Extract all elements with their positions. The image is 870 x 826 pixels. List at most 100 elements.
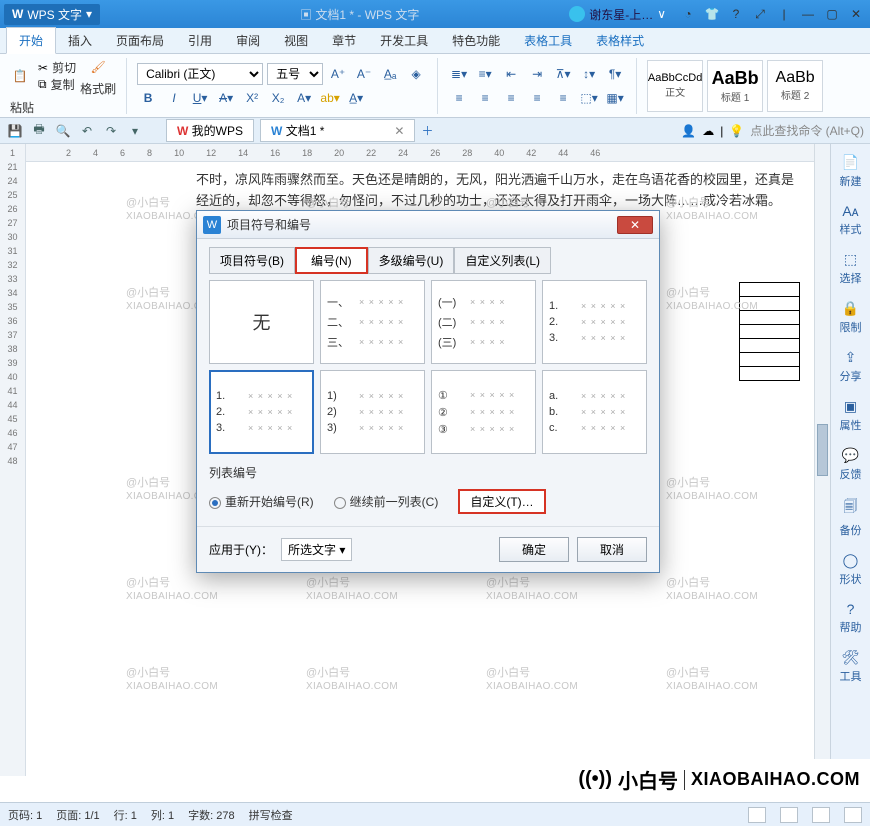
- side-restrict[interactable]: 🔒限制: [831, 296, 870, 339]
- indent-icon[interactable]: ⇥: [526, 63, 548, 85]
- font-size-select[interactable]: 五号: [267, 63, 323, 85]
- italic-icon[interactable]: I: [163, 87, 185, 109]
- outdent-icon[interactable]: ⇤: [500, 63, 522, 85]
- status-spellcheck[interactable]: 拼写检查: [249, 807, 293, 823]
- ribbon-tab-tabletools[interactable]: 表格工具: [512, 28, 584, 53]
- user-label[interactable]: 谢东星-上…: [589, 6, 653, 23]
- align-center-icon[interactable]: ≡: [474, 87, 496, 109]
- ribbon-tab-insert[interactable]: 插入: [56, 28, 104, 53]
- superscript-icon[interactable]: X²: [241, 87, 263, 109]
- radio-continue[interactable]: 继续前一列表(C): [334, 493, 439, 510]
- numbering-option-cjk[interactable]: 一、× × × × × 二、× × × × × 三、× × × × ×: [320, 280, 425, 364]
- line-spacing-icon[interactable]: ↕▾: [578, 63, 600, 85]
- numbering-option-paren[interactable]: 1)× × × × × 2)× × × × × 3)× × × × ×: [320, 370, 425, 454]
- maximize-icon[interactable]: ▢: [822, 7, 842, 21]
- increase-font-icon[interactable]: A⁺: [327, 63, 349, 85]
- tab-stop-icon[interactable]: ⊼▾: [552, 63, 574, 85]
- document-table-right[interactable]: [739, 282, 800, 381]
- status-chars[interactable]: 字数: 278: [188, 807, 234, 823]
- strike-icon[interactable]: A▾: [215, 87, 237, 109]
- style-gallery[interactable]: AaBbCcDd正文 AaBb标题 1 AaBb标题 2: [647, 60, 823, 112]
- tab-numbering[interactable]: 编号(N): [295, 247, 368, 274]
- ribbon-tab-layout[interactable]: 页面布局: [104, 28, 176, 53]
- change-case-icon[interactable]: A̲ₐ: [379, 63, 401, 85]
- preview-icon[interactable]: 🔍: [54, 122, 72, 140]
- numbering-option-decimal-dot-sel[interactable]: 1.× × × × × 2.× × × × × 3.× × × × ×: [209, 370, 314, 454]
- border-icon[interactable]: ▦▾: [604, 87, 626, 109]
- side-props[interactable]: ▣属性: [831, 394, 870, 437]
- paste-icon[interactable]: 📋: [6, 62, 34, 90]
- side-help[interactable]: ?帮助: [831, 597, 870, 639]
- font-name-select[interactable]: Calibri (正文): [137, 63, 263, 85]
- tab-multilevel[interactable]: 多级编号(U): [368, 247, 455, 274]
- cancel-button[interactable]: 取消: [577, 537, 647, 562]
- show-marks-icon[interactable]: ¶▾: [604, 63, 626, 85]
- align-right-icon[interactable]: ≡: [500, 87, 522, 109]
- side-select[interactable]: ⬚选择: [831, 247, 870, 290]
- cloud-icon[interactable]: ☁: [702, 124, 714, 138]
- user-icon[interactable]: 👤: [681, 124, 696, 138]
- tab-bullets[interactable]: 项目符号(B): [209, 247, 295, 274]
- globe-icon[interactable]: [569, 6, 585, 22]
- ribbon-tab-review[interactable]: 审阅: [224, 28, 272, 53]
- side-tools[interactable]: 🛠工具: [831, 645, 870, 688]
- clear-format-icon[interactable]: ◈: [405, 63, 427, 85]
- status-pages[interactable]: 页面: 1/1: [56, 807, 99, 823]
- shading-icon[interactable]: ⬚▾: [578, 87, 600, 109]
- minimize-icon[interactable]: —: [798, 7, 818, 21]
- side-share[interactable]: ⇪分享: [831, 345, 870, 388]
- tab-custom-list[interactable]: 自定义列表(L): [454, 247, 551, 274]
- new-tab-icon[interactable]: ＋: [421, 122, 433, 139]
- char-border-icon[interactable]: A̲▾: [345, 87, 367, 109]
- close-icon[interactable]: ✕: [846, 7, 866, 21]
- cut-button[interactable]: ✂剪切: [38, 59, 76, 76]
- view-mode-icon[interactable]: [844, 807, 862, 823]
- ribbon-tab-view[interactable]: 视图: [272, 28, 320, 53]
- numbering-option-decimal-dot[interactable]: 1.× × × × × 2.× × × × × 3.× × × × ×: [542, 280, 647, 364]
- customize-button[interactable]: 自定义(T)…: [458, 489, 545, 514]
- app-menu-button[interactable]: W WPS 文字 ▾: [4, 4, 100, 25]
- view-mode-icon[interactable]: [748, 807, 766, 823]
- ok-button[interactable]: 确定: [499, 537, 569, 562]
- bold-icon[interactable]: B: [137, 87, 159, 109]
- subscript-icon[interactable]: X₂: [267, 87, 289, 109]
- underline-icon[interactable]: U▾: [189, 87, 211, 109]
- format-painter-icon[interactable]: 🖌: [87, 56, 109, 78]
- side-new[interactable]: 📄新建: [831, 150, 870, 193]
- ribbon-tab-devtools[interactable]: 开发工具: [368, 28, 440, 53]
- dialog-close-button[interactable]: ✕: [617, 216, 653, 234]
- status-page[interactable]: 页码: 1: [8, 807, 42, 823]
- font-color-icon[interactable]: A▾: [293, 87, 315, 109]
- number-list-icon[interactable]: ≡▾: [474, 63, 496, 85]
- numbering-option-paren-cjk[interactable]: (一)× × × × (二)× × × × (三)× × × ×: [431, 280, 536, 364]
- view-mode-icon[interactable]: [812, 807, 830, 823]
- vertical-scrollbar[interactable]: [814, 144, 830, 776]
- side-shape[interactable]: ◯形状: [831, 548, 870, 591]
- apply-to-select[interactable]: 所选文字 ▾: [281, 538, 352, 561]
- justify-icon[interactable]: ≡: [526, 87, 548, 109]
- radio-restart[interactable]: 重新开始编号(R): [209, 493, 314, 510]
- ribbon-tab-references[interactable]: 引用: [176, 28, 224, 53]
- mywps-tab[interactable]: W 我的WPS: [166, 119, 254, 142]
- distribute-icon[interactable]: ≡: [552, 87, 574, 109]
- view-mode-icon[interactable]: [780, 807, 798, 823]
- decrease-font-icon[interactable]: A⁻: [353, 63, 375, 85]
- print-icon[interactable]: 🖶: [30, 122, 48, 140]
- numbering-option-none[interactable]: 无: [209, 280, 314, 364]
- ribbon-tab-tablestyle[interactable]: 表格样式: [584, 28, 656, 53]
- undo-icon[interactable]: ↶: [78, 122, 96, 140]
- bullet-list-icon[interactable]: ≣▾: [448, 63, 470, 85]
- ribbon-tab-home[interactable]: 开始: [6, 27, 56, 54]
- align-left-icon[interactable]: ≡: [448, 87, 470, 109]
- side-style[interactable]: Aᴀ样式: [831, 199, 870, 241]
- copy-button[interactable]: ⧉复制: [38, 76, 76, 93]
- numbering-option-alpha[interactable]: a.× × × × × b.× × × × × c.× × × × ×: [542, 370, 647, 454]
- ribbon-tab-feature[interactable]: 特色功能: [440, 28, 512, 53]
- search-commands[interactable]: 点此查找命令 (Alt+Q): [750, 122, 864, 139]
- document-tab[interactable]: W 文档1 *✕: [260, 119, 415, 142]
- chevron-down-icon[interactable]: ∨: [657, 7, 666, 21]
- side-feedback[interactable]: 💬反馈: [831, 443, 870, 486]
- side-backup[interactable]: 🗐备份: [831, 492, 870, 542]
- ribbon-tab-chapter[interactable]: 章节: [320, 28, 368, 53]
- redo-icon[interactable]: ↷: [102, 122, 120, 140]
